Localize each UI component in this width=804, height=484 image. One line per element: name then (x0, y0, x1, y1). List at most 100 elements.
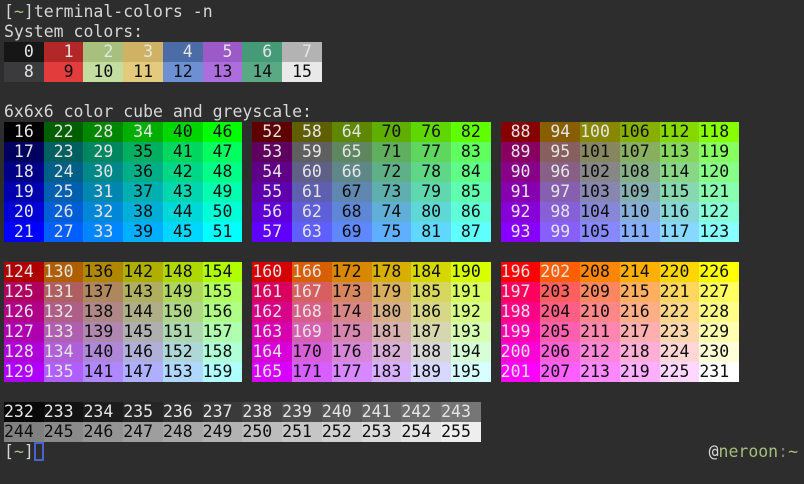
color-cell: 146 (123, 342, 163, 362)
color-cell: 11 (123, 62, 163, 82)
color-cell: 4 (163, 42, 203, 62)
color-cell: 250 (242, 422, 282, 442)
color-cell: 198 (501, 302, 541, 322)
color-cell: 162 (252, 302, 292, 322)
color-cell: 108 (620, 162, 660, 182)
color-cell: 14 (242, 62, 282, 82)
cube-block-row: 20 26 32 38 44 50 (4, 202, 242, 222)
cube-block-row: 197 203 209 215 221 227 (501, 282, 739, 302)
cube-block-row: 163 169 175 181 187 193 (252, 322, 490, 342)
color-cell: 130 (44, 262, 84, 282)
color-cell: 255 (441, 422, 481, 442)
color-cell: 185 (411, 282, 451, 302)
cube-block: 196 202 208 214 220 226 197 203 209 215 … (501, 262, 739, 382)
color-cell: 140 (83, 342, 123, 362)
color-cell: 92 (501, 202, 541, 222)
color-cell: 166 (292, 262, 332, 282)
color-cell: 27 (44, 222, 84, 242)
cube-blocks-bottom: 124 130 136 142 148 154 125 131 137 143 … (4, 262, 804, 382)
prompt-bracket-close: ] (24, 442, 34, 461)
color-cell: 193 (451, 322, 491, 342)
color-cell: 26 (44, 202, 84, 222)
color-cell: 163 (252, 322, 292, 342)
color-cell: 8 (4, 62, 44, 82)
color-cell: 63 (292, 222, 332, 242)
color-cell: 36 (123, 162, 163, 182)
color-cell: 135 (44, 362, 84, 382)
color-cell: 152 (163, 342, 203, 362)
greyscale-row-2: 244 245 246 247 248 249 250 251 252 253 … (4, 422, 804, 442)
color-cell: 67 (332, 182, 372, 202)
color-cell: 39 (123, 222, 163, 242)
color-cell: 78 (411, 162, 451, 182)
color-cell: 62 (292, 202, 332, 222)
cube-block-row: 127 133 139 145 151 157 (4, 322, 242, 342)
terminal-screen[interactable]: [~]terminal-colors -n System colors: 0 1… (0, 0, 804, 484)
cube-block-row: 92 98 104 110 116 122 (501, 202, 739, 222)
color-cell: 131 (44, 282, 84, 302)
color-cell: 32 (83, 202, 123, 222)
color-cell: 50 (203, 202, 243, 222)
color-cell: 105 (580, 222, 620, 242)
cube-block: 124 130 136 142 148 154 125 131 137 143 … (4, 262, 242, 382)
color-cell: 170 (292, 342, 332, 362)
color-cell: 29 (83, 142, 123, 162)
color-cell: 171 (292, 362, 332, 382)
color-cell: 53 (252, 142, 292, 162)
color-cell: 213 (580, 362, 620, 382)
color-cell: 5 (203, 42, 243, 62)
status-host: @neroon:~ (709, 442, 798, 462)
color-cell: 117 (660, 222, 700, 242)
color-cell: 19 (4, 182, 44, 202)
color-cell: 160 (252, 262, 292, 282)
color-cell: 180 (372, 302, 412, 322)
blank-line (4, 242, 804, 262)
color-cell: 251 (282, 422, 322, 442)
color-cell: 103 (580, 182, 620, 202)
color-cell: 44 (163, 202, 203, 222)
color-cell: 38 (123, 202, 163, 222)
color-cell: 173 (332, 282, 372, 302)
color-cell: 254 (401, 422, 441, 442)
color-cell: 248 (163, 422, 203, 442)
color-cell: 99 (540, 222, 580, 242)
color-cell: 102 (580, 162, 620, 182)
color-cell: 87 (451, 222, 491, 242)
color-cell: 83 (451, 142, 491, 162)
color-cell: 59 (292, 142, 332, 162)
cube-block-row: 53 59 65 71 77 83 (252, 142, 490, 162)
color-cell: 231 (699, 362, 739, 382)
color-cell: 6 (242, 42, 282, 62)
color-cell: 221 (660, 282, 700, 302)
color-cell: 202 (540, 262, 580, 282)
color-cell: 24 (44, 162, 84, 182)
color-cell: 95 (540, 142, 580, 162)
cube-block-row: 52 58 64 70 76 82 (252, 122, 490, 142)
color-cell: 43 (163, 182, 203, 202)
color-cell: 109 (620, 182, 660, 202)
color-cell: 252 (322, 422, 362, 442)
color-cell: 247 (123, 422, 163, 442)
color-cell: 144 (123, 302, 163, 322)
color-cell: 164 (252, 342, 292, 362)
cube-block-row: 93 99 105 111 117 123 (501, 222, 739, 242)
color-cell: 158 (203, 342, 243, 362)
color-cell: 112 (660, 122, 700, 142)
cube-block: 16 22 28 34 40 46 17 23 29 35 41 47 18 2… (4, 122, 242, 242)
greyscale-row-1: 232 233 234 235 236 237 238 239 240 241 … (4, 402, 804, 422)
color-cell: 244 (4, 422, 44, 442)
color-cell: 138 (83, 302, 123, 322)
cube-block-row: 19 25 31 37 43 49 (4, 182, 242, 202)
color-cell: 56 (252, 202, 292, 222)
color-cell: 174 (332, 302, 372, 322)
color-cell: 54 (252, 162, 292, 182)
color-cell: 33 (83, 222, 123, 242)
cube-block-row: 56 62 68 74 80 86 (252, 202, 490, 222)
color-cell: 148 (163, 262, 203, 282)
color-cell: 122 (699, 202, 739, 222)
color-cell: 191 (451, 282, 491, 302)
color-cell: 145 (123, 322, 163, 342)
color-cell: 194 (451, 342, 491, 362)
color-cell: 132 (44, 302, 84, 322)
color-cell: 68 (332, 202, 372, 222)
